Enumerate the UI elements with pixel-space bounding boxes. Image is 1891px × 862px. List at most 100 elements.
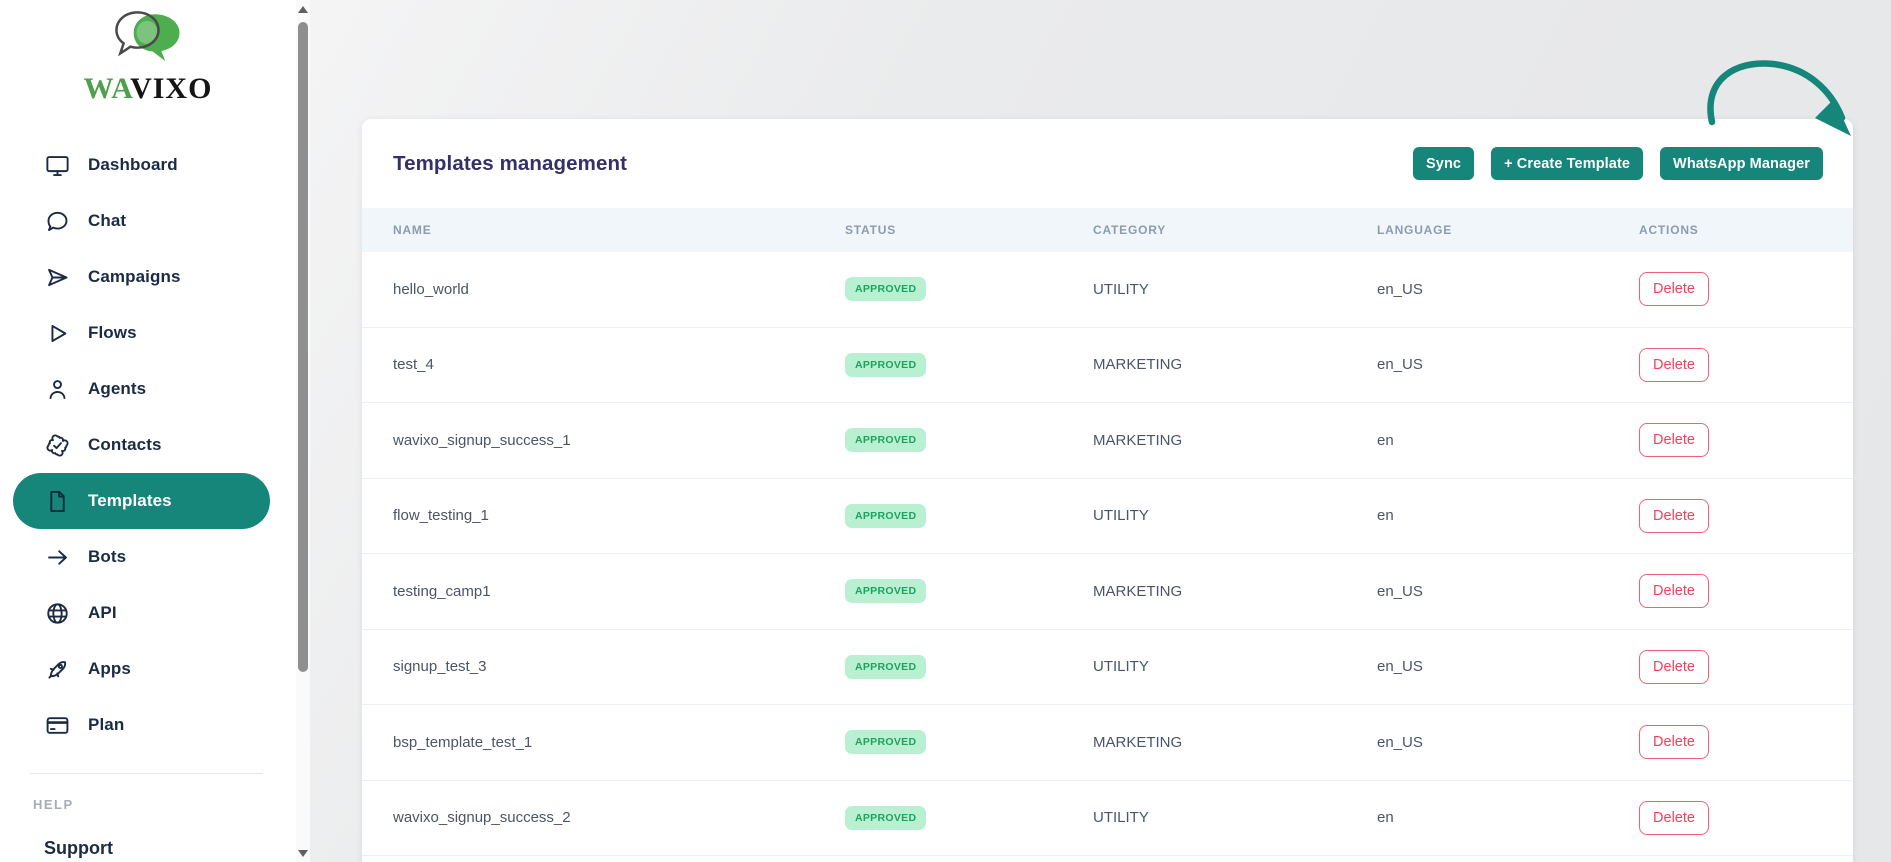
column-header-language: LANGUAGE — [1377, 223, 1639, 237]
language-cell: en_US — [1377, 658, 1639, 675]
column-header-name: NAME — [393, 223, 845, 237]
scrollbar-up-arrow[interactable] — [296, 2, 310, 16]
header-actions: Sync + Create Template WhatsApp Manager — [1413, 147, 1823, 180]
credit-card-icon — [44, 712, 71, 739]
brand-name-dark: VIXO — [130, 72, 212, 105]
sidebar-item-label: Flows — [88, 323, 137, 343]
delete-button[interactable]: Delete — [1639, 574, 1709, 608]
brand-logo-icon — [105, 10, 191, 72]
sidebar-item-dashboard[interactable]: Dashboard — [0, 137, 296, 193]
page-title: Templates management — [393, 152, 627, 176]
status-badge: APPROVED — [845, 277, 926, 301]
actions-cell: Delete — [1639, 801, 1853, 835]
sidebar-item-templates[interactable]: Templates — [13, 473, 270, 529]
template-name-cell: wavixo_signup_success_1 — [393, 432, 845, 449]
delete-button[interactable]: Delete — [1639, 499, 1709, 533]
rocket-icon — [44, 656, 71, 683]
status-badge: APPROVED — [845, 806, 926, 830]
badge-check-icon — [44, 432, 71, 459]
sidebar-item-api[interactable]: API — [0, 585, 296, 641]
actions-cell: Delete — [1639, 272, 1853, 306]
actions-cell: Delete — [1639, 574, 1853, 608]
table-body: hello_world APPROVED UTILITY en_US Delet… — [362, 252, 1853, 856]
whatsapp-manager-button[interactable]: WhatsApp Manager — [1660, 147, 1823, 180]
sidebar-item-flows[interactable]: Flows — [0, 305, 296, 361]
sidebar-item-campaigns[interactable]: Campaigns — [0, 249, 296, 305]
templates-table: NAME STATUS CATEGORY LANGUAGE ACTIONS he… — [362, 208, 1853, 856]
delete-button[interactable]: Delete — [1639, 650, 1709, 684]
delete-button[interactable]: Delete — [1639, 423, 1709, 457]
language-cell: en_US — [1377, 356, 1639, 373]
sidebar-item-apps[interactable]: Apps — [0, 641, 296, 697]
category-cell: UTILITY — [1093, 809, 1377, 826]
sidebar-item-label: Chat — [88, 211, 126, 231]
main-content: Templates management Sync + Create Templ… — [310, 0, 1891, 862]
sidebar-item-label: Apps — [88, 659, 131, 679]
status-badge: APPROVED — [845, 504, 926, 528]
monitor-icon — [44, 152, 71, 179]
card-header: Templates management Sync + Create Templ… — [362, 119, 1853, 208]
status-cell: APPROVED — [845, 655, 1093, 679]
brand-name-green: WA — [84, 72, 130, 105]
sidebar-item-label: Dashboard — [88, 155, 178, 175]
status-badge: APPROVED — [845, 428, 926, 452]
globe-icon — [44, 600, 71, 627]
category-cell: UTILITY — [1093, 507, 1377, 524]
column-header-status: STATUS — [845, 223, 1093, 237]
paper-plane-icon — [44, 264, 71, 291]
sidebar-item-chat[interactable]: Chat — [0, 193, 296, 249]
sidebar-item-bots[interactable]: Bots — [0, 529, 296, 585]
delete-button[interactable]: Delete — [1639, 272, 1709, 306]
sidebar-item-label: API — [88, 603, 117, 623]
status-badge: APPROVED — [845, 579, 926, 603]
scrollbar-thumb[interactable] — [298, 22, 308, 672]
table-row: signup_test_3 APPROVED UTILITY en_US Del… — [362, 630, 1853, 706]
table-row: wavixo_signup_success_2 APPROVED UTILITY… — [362, 781, 1853, 857]
actions-cell: Delete — [1639, 650, 1853, 684]
play-icon — [44, 320, 71, 347]
status-cell: APPROVED — [845, 353, 1093, 377]
sidebar-item-agents[interactable]: Agents — [0, 361, 296, 417]
table-row: hello_world APPROVED UTILITY en_US Delet… — [362, 252, 1853, 328]
document-icon — [44, 488, 71, 515]
language-cell: en_US — [1377, 734, 1639, 751]
sidebar-divider — [30, 773, 263, 774]
category-cell: MARKETING — [1093, 583, 1377, 600]
triangle-up-icon — [298, 6, 308, 13]
template-name-cell: hello_world — [393, 281, 845, 298]
delete-button[interactable]: Delete — [1639, 801, 1709, 835]
status-badge: APPROVED — [845, 730, 926, 754]
delete-button[interactable]: Delete — [1639, 348, 1709, 382]
sidebar-item-support[interactable]: Support — [44, 838, 113, 859]
brand-logo: WAVIXO — [0, 10, 296, 104]
brand-name: WAVIXO — [84, 74, 213, 104]
table-header-row: NAME STATUS CATEGORY LANGUAGE ACTIONS — [362, 208, 1853, 252]
sidebar-item-label: Agents — [88, 379, 146, 399]
category-cell: UTILITY — [1093, 281, 1377, 298]
create-template-button[interactable]: + Create Template — [1491, 147, 1643, 180]
app-root: WAVIXO Dashboard Chat Campaigns — [0, 0, 1891, 862]
template-name-cell: test_4 — [393, 356, 845, 373]
category-cell: UTILITY — [1093, 658, 1377, 675]
status-cell: APPROVED — [845, 730, 1093, 754]
sidebar-item-label: Campaigns — [88, 267, 181, 287]
language-cell: en — [1377, 507, 1639, 524]
sidebar-item-label: Bots — [88, 547, 126, 567]
page-scrollbar[interactable] — [296, 0, 310, 862]
delete-button[interactable]: Delete — [1639, 725, 1709, 759]
language-cell: en_US — [1377, 281, 1639, 298]
templates-card: Templates management Sync + Create Templ… — [362, 119, 1853, 862]
status-badge: APPROVED — [845, 655, 926, 679]
sidebar-nav: Dashboard Chat Campaigns Flows — [0, 137, 296, 753]
template-name-cell: flow_testing_1 — [393, 507, 845, 524]
sidebar-item-plan[interactable]: Plan — [0, 697, 296, 753]
language-cell: en — [1377, 432, 1639, 449]
table-row: wavixo_signup_success_1 APPROVED MARKETI… — [362, 403, 1853, 479]
column-header-category: CATEGORY — [1093, 223, 1377, 237]
table-row: flow_testing_1 APPROVED UTILITY en Delet… — [362, 479, 1853, 555]
actions-cell: Delete — [1639, 725, 1853, 759]
sync-button[interactable]: Sync — [1413, 147, 1474, 180]
sidebar-item-contacts[interactable]: Contacts — [0, 417, 296, 473]
scrollbar-down-arrow[interactable] — [296, 846, 310, 860]
table-row: test_4 APPROVED MARKETING en_US Delete — [362, 328, 1853, 404]
